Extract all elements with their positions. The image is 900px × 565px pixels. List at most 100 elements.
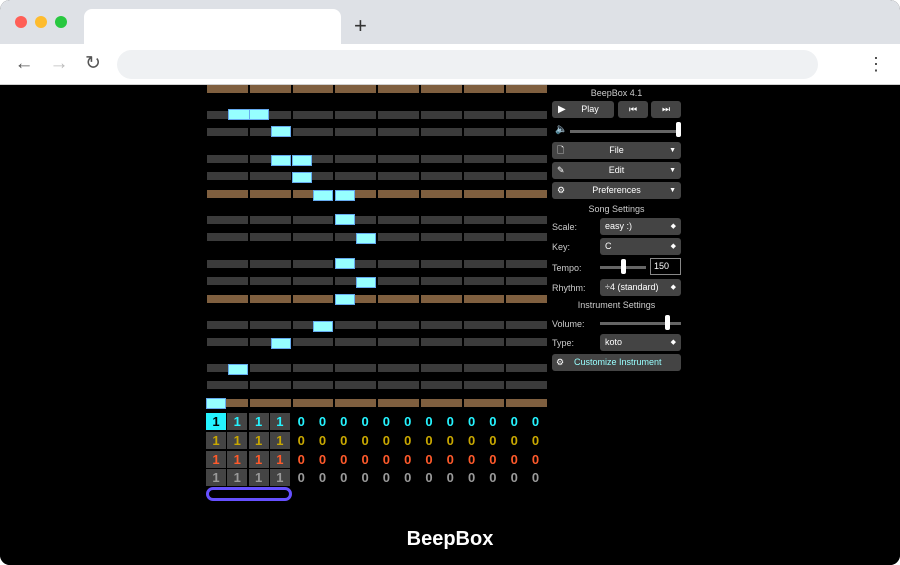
pattern-cell[interactable]: 0 — [462, 432, 482, 449]
pattern-cell[interactable]: 0 — [419, 469, 439, 486]
pattern-cell[interactable]: 1 — [248, 469, 269, 486]
pattern-cell[interactable]: 0 — [376, 451, 396, 468]
pattern-cell[interactable]: 1 — [206, 469, 226, 486]
note-block[interactable] — [292, 155, 312, 166]
master-volume-track[interactable] — [570, 130, 681, 133]
pattern-cell[interactable]: 0 — [419, 451, 439, 468]
pattern-cell[interactable]: 1 — [227, 451, 248, 468]
pattern-cell[interactable]: 1 — [248, 451, 269, 468]
pattern-cell[interactable]: 0 — [398, 469, 418, 486]
note-block[interactable] — [356, 277, 376, 288]
pattern-cell[interactable]: 0 — [504, 469, 524, 486]
note-block[interactable] — [313, 321, 333, 332]
pattern-cell[interactable]: 0 — [355, 451, 375, 468]
pattern-cell[interactable]: 0 — [440, 432, 460, 449]
pattern-cell[interactable]: 0 — [483, 413, 503, 430]
pattern-cell[interactable]: 0 — [313, 451, 333, 468]
pattern-cell[interactable]: 0 — [462, 451, 482, 468]
browser-tab[interactable] — [84, 9, 341, 44]
pattern-cell[interactable]: 1 — [269, 413, 290, 430]
note-block[interactable] — [335, 214, 355, 225]
customize-instrument-button[interactable]: ⚙ Customize Instrument — [552, 354, 681, 371]
pattern-cell[interactable]: 0 — [483, 432, 503, 449]
tempo-slider-knob[interactable] — [620, 259, 626, 274]
pattern-cell[interactable]: 0 — [419, 432, 439, 449]
preferences-menu[interactable]: ⚙ Preferences ▼ — [552, 182, 681, 199]
note-block[interactable] — [271, 155, 291, 166]
pattern-cell[interactable]: 0 — [398, 432, 418, 449]
pattern-cell[interactable]: 1 — [227, 469, 248, 486]
note-block[interactable] — [249, 109, 269, 120]
pattern-cell[interactable]: 0 — [376, 432, 396, 449]
pattern-cell[interactable]: 0 — [526, 432, 546, 449]
pattern-cell[interactable]: 0 — [313, 413, 333, 430]
maximize-window-dot[interactable] — [55, 16, 67, 28]
pattern-cell[interactable]: 0 — [526, 469, 546, 486]
pattern-cell[interactable]: 0 — [376, 469, 396, 486]
pattern-cell[interactable]: 0 — [355, 432, 375, 449]
pattern-cell[interactable]: 0 — [291, 469, 311, 486]
instrument-volume-knob[interactable] — [664, 315, 670, 330]
new-tab-icon[interactable]: + — [354, 13, 367, 39]
note-block[interactable] — [206, 398, 226, 409]
previous-bar-button[interactable]: ⏮ — [618, 101, 648, 118]
next-bar-button[interactable]: ⏭ — [651, 101, 681, 118]
pattern-cell[interactable]: 1 — [206, 413, 226, 430]
pattern-cell[interactable]: 0 — [526, 451, 546, 468]
note-block[interactable] — [335, 190, 355, 201]
pattern-cell[interactable]: 0 — [355, 413, 375, 430]
edit-menu[interactable]: ✎ Edit ▼ — [552, 162, 681, 179]
pattern-cell[interactable]: 0 — [334, 469, 354, 486]
rhythm-select[interactable]: ÷4 (standard) ◆ — [600, 279, 681, 296]
tempo-input[interactable]: 150 — [650, 258, 681, 275]
pattern-cell[interactable]: 0 — [355, 469, 375, 486]
pattern-cell[interactable]: 0 — [398, 451, 418, 468]
note-block[interactable] — [271, 338, 291, 349]
pattern-cell[interactable]: 0 — [313, 432, 333, 449]
pattern-cell[interactable]: 1 — [248, 432, 269, 449]
pattern-cell[interactable]: 0 — [440, 413, 460, 430]
file-menu[interactable]: 🗋 File ▼ — [552, 142, 681, 159]
pattern-cell[interactable]: 0 — [504, 432, 524, 449]
key-select[interactable]: C ◆ — [600, 238, 681, 255]
pattern-cell[interactable]: 1 — [227, 432, 248, 449]
pattern-cell[interactable]: 1 — [269, 469, 290, 486]
note-block[interactable] — [335, 294, 355, 305]
close-window-dot[interactable] — [15, 16, 27, 28]
note-block[interactable] — [292, 172, 312, 183]
pattern-cell[interactable]: 1 — [206, 451, 226, 468]
forward-arrow-icon[interactable]: → — [47, 52, 71, 76]
reload-icon[interactable]: ↻ — [81, 52, 105, 76]
address-bar[interactable] — [117, 50, 818, 79]
pattern-cell[interactable]: 1 — [248, 413, 269, 430]
pattern-cell[interactable]: 0 — [440, 451, 460, 468]
pattern-cell[interactable]: 0 — [504, 451, 524, 468]
pattern-cell[interactable]: 0 — [291, 432, 311, 449]
pattern-cell[interactable]: 0 — [291, 413, 311, 430]
back-arrow-icon[interactable]: ← — [12, 52, 36, 76]
pattern-cell[interactable]: 0 — [483, 469, 503, 486]
minimize-window-dot[interactable] — [35, 16, 47, 28]
pattern-cell[interactable]: 1 — [269, 432, 290, 449]
pattern-cell[interactable]: 1 — [227, 413, 248, 430]
note-block[interactable] — [228, 364, 248, 375]
pattern-cell[interactable]: 0 — [440, 469, 460, 486]
pattern-cell[interactable]: 0 — [334, 432, 354, 449]
pattern-cell[interactable]: 1 — [206, 432, 226, 449]
kebab-menu-icon[interactable]: ⋮ — [864, 52, 888, 76]
pattern-cell[interactable]: 1 — [269, 451, 290, 468]
master-volume-knob[interactable] — [676, 122, 681, 137]
note-block[interactable] — [313, 190, 333, 201]
instrument-type-select[interactable]: koto ◆ — [600, 334, 681, 351]
note-block[interactable] — [271, 126, 291, 137]
pattern-cell[interactable]: 0 — [291, 451, 311, 468]
pattern-cell[interactable]: 0 — [462, 413, 482, 430]
pattern-cell[interactable]: 0 — [376, 413, 396, 430]
note-block[interactable] — [356, 233, 376, 244]
scale-select[interactable]: easy :) ◆ — [600, 218, 681, 235]
pattern-cell[interactable]: 0 — [398, 413, 418, 430]
pattern-cell[interactable]: 0 — [334, 413, 354, 430]
pattern-cell[interactable]: 0 — [334, 451, 354, 468]
pattern-cell[interactable]: 0 — [504, 413, 524, 430]
pattern-cell[interactable]: 0 — [483, 451, 503, 468]
